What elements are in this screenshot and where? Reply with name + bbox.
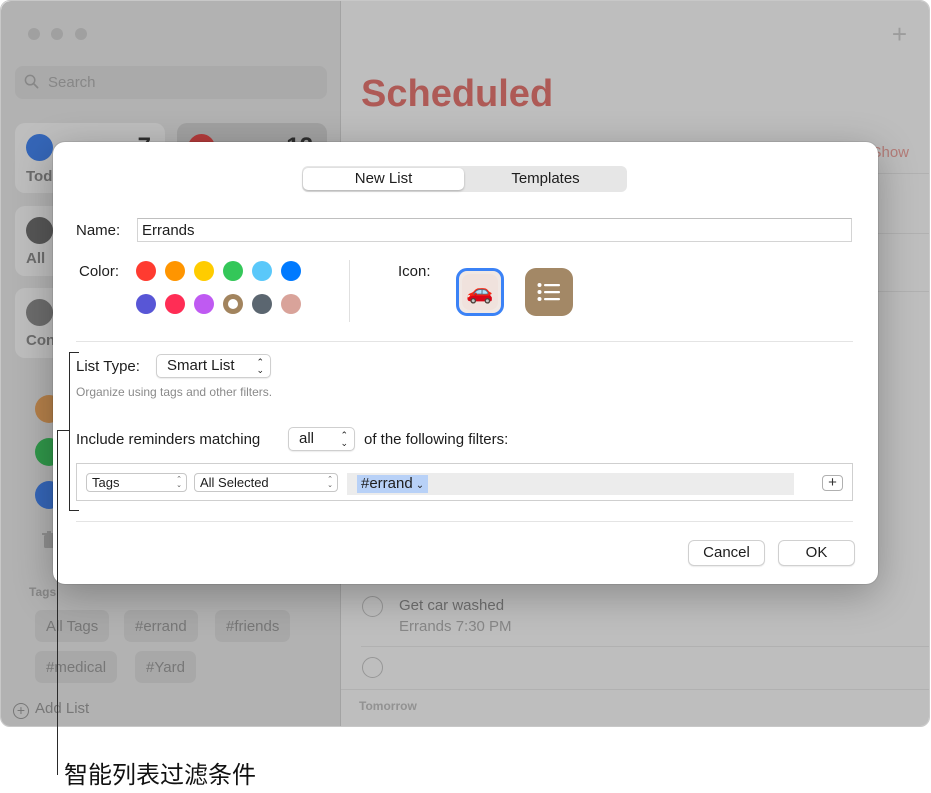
- tag-token-field[interactable]: #errand ⌄: [347, 473, 794, 495]
- color-swatch-yellow[interactable]: [194, 261, 214, 281]
- tab-templates[interactable]: Templates: [465, 168, 626, 190]
- color-swatch-purple[interactable]: [194, 294, 214, 314]
- list-type-label: List Type:: [76, 358, 140, 375]
- add-filter-button[interactable]: +: [822, 475, 843, 491]
- color-swatch-pink[interactable]: [165, 294, 185, 314]
- up-down-chevron-icon: ⌃ ⌄: [176, 476, 182, 489]
- color-label: Color:: [79, 263, 120, 280]
- annotation-caption: 智能列表过滤条件: [64, 761, 256, 789]
- color-swatch-orange[interactable]: [165, 261, 185, 281]
- color-swatch-green[interactable]: [223, 261, 243, 281]
- filter-operator-popup[interactable]: All Selected ⌃ ⌄: [194, 473, 338, 492]
- list-type-popup[interactable]: Smart List ⌃ ⌄: [156, 354, 271, 378]
- filter-row: Tags ⌃ ⌄ All Selected ⌃ ⌄ #errand ⌄ +: [76, 463, 853, 501]
- annotation-bracket: [69, 352, 79, 511]
- filter-field-popup[interactable]: Tags ⌃ ⌄: [86, 473, 187, 492]
- list-bullet-icon: [537, 283, 560, 301]
- up-down-chevron-icon: ⌃ ⌄: [256, 357, 264, 375]
- tag-token-label: #errand: [361, 475, 413, 492]
- tab-switcher: New List Templates: [302, 166, 627, 192]
- tag-token[interactable]: #errand ⌄: [357, 475, 429, 493]
- up-down-chevron-icon: ⌃ ⌄: [340, 430, 348, 448]
- match-popup[interactable]: all ⌃ ⌄: [288, 427, 355, 451]
- cancel-button[interactable]: Cancel: [688, 540, 765, 566]
- vertical-divider: [349, 260, 350, 322]
- icon-option-list[interactable]: [525, 268, 573, 316]
- tab-new-list[interactable]: New List: [303, 168, 464, 190]
- color-swatch-brown-selected[interactable]: [223, 294, 243, 314]
- chevron-down-icon: ⌄: [415, 480, 425, 491]
- icon-label: Icon:: [398, 263, 431, 280]
- match-value: all: [299, 430, 315, 447]
- section-divider: [76, 341, 853, 342]
- up-down-chevron-icon: ⌃ ⌄: [327, 476, 333, 489]
- list-type-description: Organize using tags and other filters.: [76, 385, 273, 399]
- filters-suffix-label: of the following filters:: [364, 431, 509, 448]
- new-list-dialog: New List Templates Name: Errands Color: …: [53, 142, 878, 584]
- section-divider: [76, 521, 853, 522]
- car-icon: 🚗: [462, 274, 498, 310]
- color-swatch-indigo[interactable]: [136, 294, 156, 314]
- color-swatch-rose[interactable]: [281, 294, 301, 314]
- color-swatch-blue[interactable]: [281, 261, 301, 281]
- ok-button[interactable]: OK: [778, 540, 855, 566]
- annotation-leader: [57, 430, 69, 431]
- color-swatch-red[interactable]: [136, 261, 156, 281]
- color-swatch-graphite[interactable]: [252, 294, 272, 314]
- name-label: Name:: [76, 222, 121, 239]
- include-label: Include reminders matching: [76, 431, 261, 448]
- name-field[interactable]: Errands: [137, 218, 852, 242]
- color-swatch-light-blue[interactable]: [252, 261, 272, 281]
- annotation-leader-line: [57, 430, 58, 775]
- filter-field-value: Tags: [92, 475, 120, 490]
- icon-option-car[interactable]: 🚗: [456, 268, 504, 316]
- list-type-value: Smart List: [167, 357, 235, 374]
- filter-operator-value: All Selected: [200, 475, 269, 490]
